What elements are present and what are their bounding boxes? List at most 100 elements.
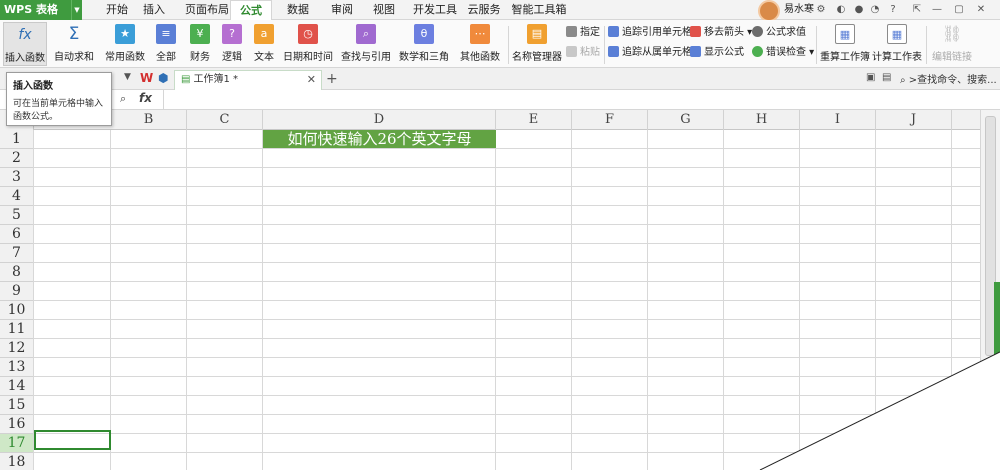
column-header-d[interactable]: D [263, 110, 496, 130]
skin-icon[interactable]: ◐ [834, 3, 848, 17]
tab-data[interactable]: 数据 [278, 0, 318, 20]
pin-icon[interactable]: ▤ [882, 72, 891, 83]
minimize-icon[interactable]: — [930, 3, 944, 17]
column-header-g[interactable]: G [648, 110, 724, 130]
gridline-horizontal [34, 376, 980, 377]
tab-workbook[interactable]: ▤ 工作簿1 * ✕ [174, 70, 322, 90]
close-icon[interactable]: ✕ [974, 3, 988, 17]
row-header[interactable]: 13 [0, 358, 34, 377]
row-header[interactable]: 9 [0, 282, 34, 301]
window-restore-icon[interactable]: ⇱ [910, 3, 924, 17]
column-header-e[interactable]: E [496, 110, 572, 130]
finance-button[interactable]: ¥ 财务 [184, 22, 216, 66]
row-header[interactable]: 10 [0, 301, 34, 320]
row-header[interactable]: 2 [0, 149, 34, 168]
tab-formula[interactable]: 公式 [230, 0, 272, 21]
text-functions-button[interactable]: a 文本 [248, 22, 280, 66]
fx-icon[interactable]: fx [139, 91, 152, 105]
row-header[interactable]: 5 [0, 206, 34, 225]
tab-developer[interactable]: 开发工具 [408, 0, 462, 20]
gear-icon[interactable]: ⚙ [814, 3, 828, 17]
add-tab-icon[interactable]: + [326, 68, 338, 90]
panel-icon[interactable]: ▣ [866, 72, 875, 83]
lookup-button[interactable]: ⌕ 查找与引用 [338, 22, 394, 66]
specify-button[interactable]: 指定 [566, 26, 600, 40]
logic-button[interactable]: ? 逻辑 [216, 22, 248, 66]
show-formulas-button[interactable]: 显示公式 [690, 46, 744, 60]
error-check-label: 错误检查 [766, 47, 806, 58]
tab-view[interactable]: 视图 [364, 0, 404, 20]
remove-arrows-button[interactable]: 移去箭头 ▾ [690, 26, 752, 40]
gridline-horizontal [34, 452, 980, 453]
cube-icon[interactable]: ⬢ [158, 71, 168, 85]
help-icon[interactable]: ? [886, 3, 900, 17]
row-header[interactable]: 15 [0, 396, 34, 415]
row-header[interactable]: 12 [0, 339, 34, 358]
row-header[interactable]: 14 [0, 377, 34, 396]
row-header[interactable]: 7 [0, 244, 34, 263]
link-icon: ⛓ [942, 24, 963, 43]
column-header-f[interactable]: F [572, 110, 648, 130]
gridline-vertical [799, 130, 800, 470]
side-panel-handle[interactable] [994, 282, 1000, 358]
row-header[interactable]: 3 [0, 168, 34, 187]
column-header-b[interactable]: B [111, 110, 187, 130]
chevron-down-icon[interactable]: ▼ [71, 0, 82, 20]
gridline-vertical [262, 130, 263, 470]
column-header-i[interactable]: I [800, 110, 876, 130]
share-icon[interactable]: ◔ [868, 3, 882, 17]
chevron-down-icon[interactable]: ▼ [124, 72, 131, 82]
app-menu-button[interactable]: WPS 表格 ▼ [0, 0, 82, 20]
recalc-workbook-button[interactable]: ▦ 重算工作簿 [820, 22, 870, 66]
zoom-icon[interactable]: ⌕ [120, 92, 126, 106]
math-button[interactable]: θ 数学和三角 [396, 22, 452, 66]
settings-icon[interactable]: ● [852, 3, 866, 17]
tab-insert[interactable]: 插入 [134, 0, 174, 20]
column-header-c[interactable]: C [187, 110, 263, 130]
evaluate-formula-button[interactable]: 公式求值 [752, 26, 806, 40]
title-cell-d1[interactable]: 如何快速输入26个英文字母 [263, 130, 496, 148]
trace-dependents-button[interactable]: 追踪从属单元格 [608, 46, 692, 60]
wps-logo-icon[interactable]: W [140, 71, 153, 85]
datetime-button[interactable]: ◷ 日期和时间 [280, 22, 336, 66]
row-header[interactable]: 1 [0, 130, 34, 149]
edit-links-button[interactable]: ⛓ 编辑链接 [930, 22, 974, 66]
row-header[interactable]: 17 [0, 434, 34, 453]
other-functions-button[interactable]: ⋯ 其他函数 [454, 22, 506, 66]
insert-function-button[interactable]: fx 插入函数 [3, 22, 47, 66]
row-header[interactable]: 11 [0, 320, 34, 339]
gridline-horizontal [34, 338, 980, 339]
name-manager-button[interactable]: ▤ 名称管理器 [512, 22, 562, 66]
autosum-button[interactable]: Σ 自动求和 [50, 22, 98, 66]
tab-cloud[interactable]: 云服务 [462, 0, 506, 20]
tab-review[interactable]: 审阅 [322, 0, 362, 20]
tab-page-layout[interactable]: 页面布局 [176, 0, 238, 20]
error-check-button[interactable]: 错误检查 ▾ [752, 46, 814, 60]
active-cell-a17[interactable] [34, 430, 111, 450]
trace-dependents-icon [608, 46, 619, 57]
trace-precedents-button[interactable]: 追踪引用单元格 [608, 26, 692, 40]
maximize-icon[interactable]: ▢ [952, 3, 966, 17]
tab-smart-toolbox[interactable]: 智能工具箱 [508, 0, 570, 20]
row-header[interactable]: 6 [0, 225, 34, 244]
formula-input[interactable] [163, 90, 988, 109]
search-command[interactable]: ⌕ >查找命令、搜索... [900, 71, 997, 86]
username[interactable]: 易水寒 [784, 0, 814, 20]
row-header[interactable]: 16 [0, 415, 34, 434]
row-header[interactable]: 4 [0, 187, 34, 206]
gridline-vertical [723, 130, 724, 470]
row-header[interactable]: 18 [0, 453, 34, 470]
all-functions-button[interactable]: ≡ 全部 [150, 22, 182, 66]
spreadsheet-grid[interactable]: B C D E F G H I J 1 2 3 4 5 6 7 8 9 10 11 12 13 14 15 1… [0, 110, 980, 470]
close-icon[interactable]: ✕ [307, 71, 316, 89]
insert-function-tooltip: 插入函数 可在当前单元格中输入函数公式。 [6, 72, 112, 126]
common-functions-button[interactable]: ★ 常用函数 [102, 22, 148, 66]
clock-icon: ◷ [298, 24, 318, 44]
paste-name-button[interactable]: 粘贴 [566, 46, 600, 60]
sigma-icon: Σ [68, 24, 80, 44]
column-header-h[interactable]: H [724, 110, 800, 130]
calc-sheet-button[interactable]: ▦ 计算工作表 [872, 22, 922, 66]
row-header[interactable]: 8 [0, 263, 34, 282]
avatar[interactable] [758, 0, 780, 22]
column-header-j[interactable]: J [876, 110, 952, 130]
